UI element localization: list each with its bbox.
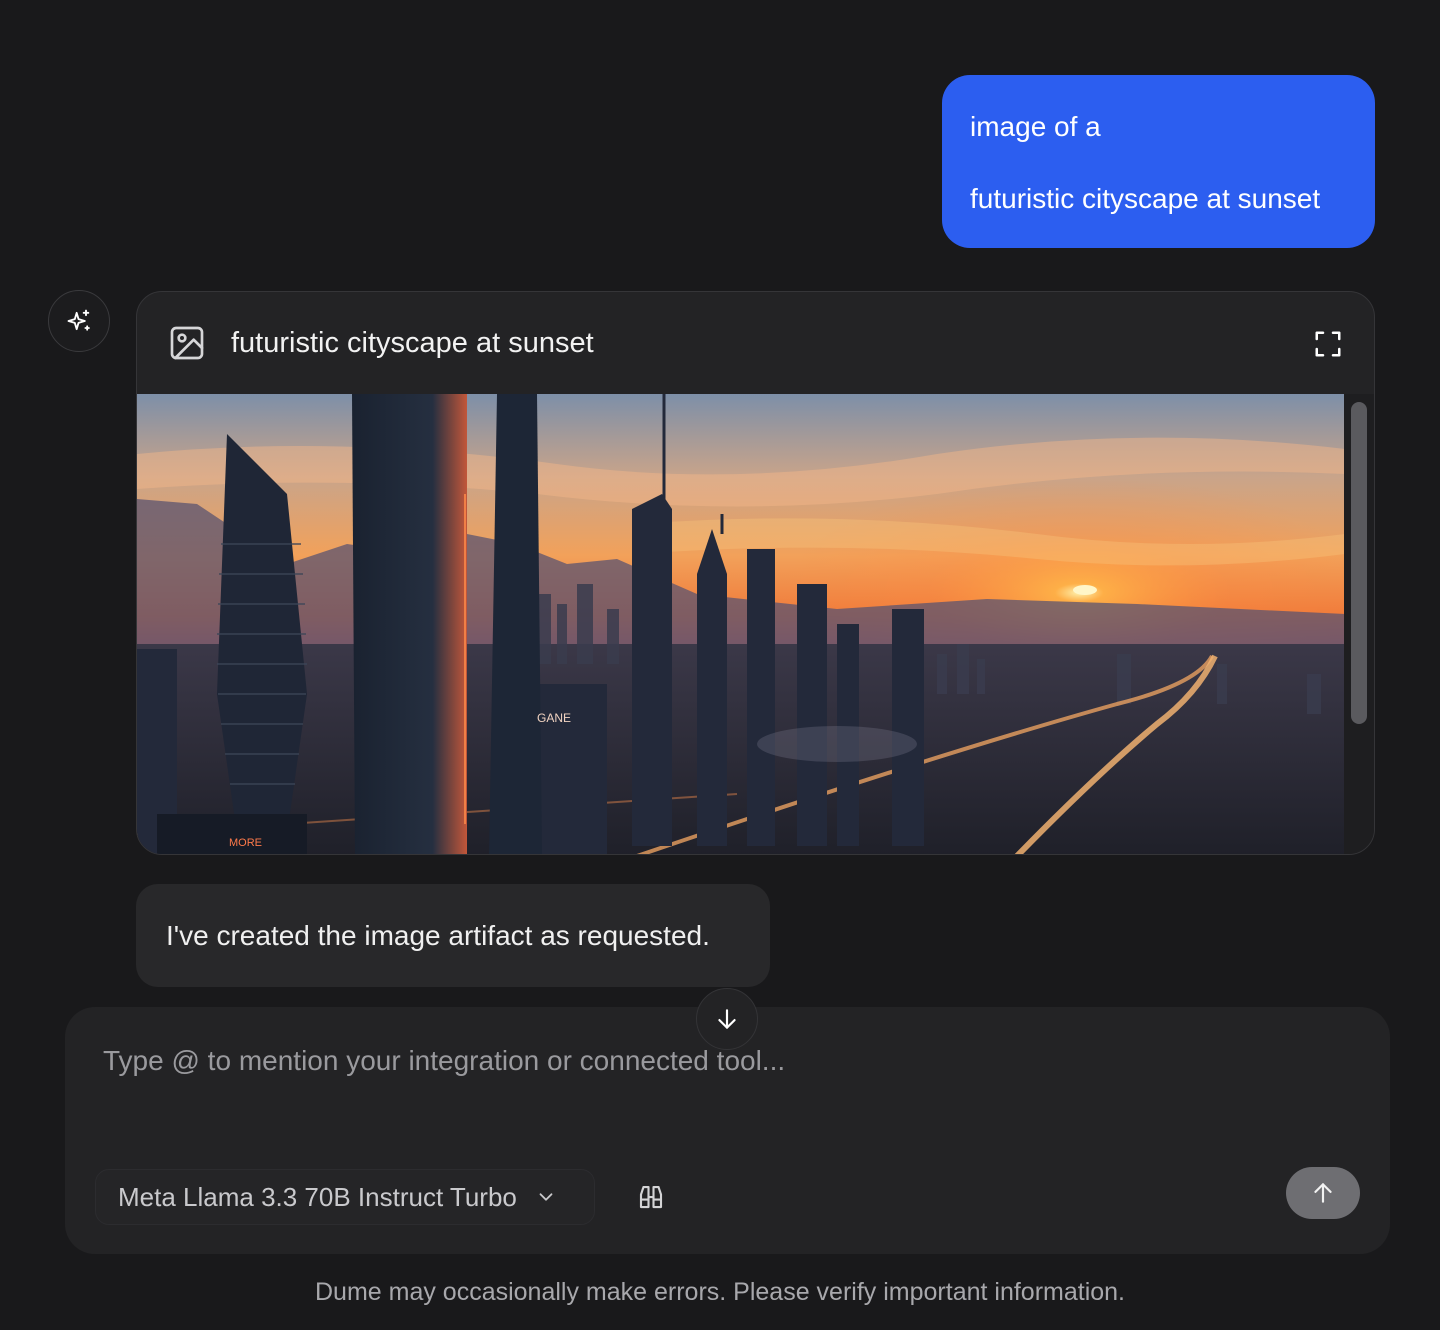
user-message-line: image of a [970,111,1101,142]
model-selector-label: Meta Llama 3.3 70B Instruct Turbo [118,1181,517,1212]
building-sign: MORE [229,837,262,849]
model-selector[interactable]: Meta Llama 3.3 70B Instruct Turbo [95,1169,595,1225]
image-icon [167,323,207,363]
artifact-title: futuristic cityscape at sunset [231,326,594,359]
artifact-header: futuristic cityscape at sunset [137,292,1374,394]
artifact-scrollbar-thumb[interactable] [1351,402,1367,724]
send-button[interactable] [1286,1167,1360,1219]
chevron-down-icon [535,1186,557,1208]
user-message-bubble: image of a futuristic cityscape at sunse… [942,75,1375,248]
artifact-scrollbar[interactable] [1344,394,1374,854]
expand-icon [1315,331,1341,357]
expand-button[interactable] [1310,326,1346,362]
research-button[interactable] [631,1177,671,1217]
binoculars-icon [639,1185,663,1209]
assistant-avatar [48,290,110,352]
scroll-to-bottom-button[interactable] [696,988,758,1050]
assistant-reply-text: I've created the image artifact as reque… [166,919,710,951]
arrow-up-icon [1314,1183,1332,1203]
image-artifact-card: futuristic cityscape at sunset GANE MORE [136,291,1375,855]
assistant-reply-bubble: I've created the image artifact as reque… [136,884,770,987]
generated-cityscape-image[interactable]: GANE MORE [137,394,1345,855]
disclaimer-text: Dume may occasionally make errors. Pleas… [314,1278,1126,1306]
chat-page: image of a futuristic cityscape at sunse… [0,0,1440,1330]
user-message-line: futuristic cityscape at sunset [970,183,1321,214]
sparkles-icon [67,309,90,331]
building-sign: GANE [537,711,571,725]
arrow-down-icon [718,1009,736,1029]
